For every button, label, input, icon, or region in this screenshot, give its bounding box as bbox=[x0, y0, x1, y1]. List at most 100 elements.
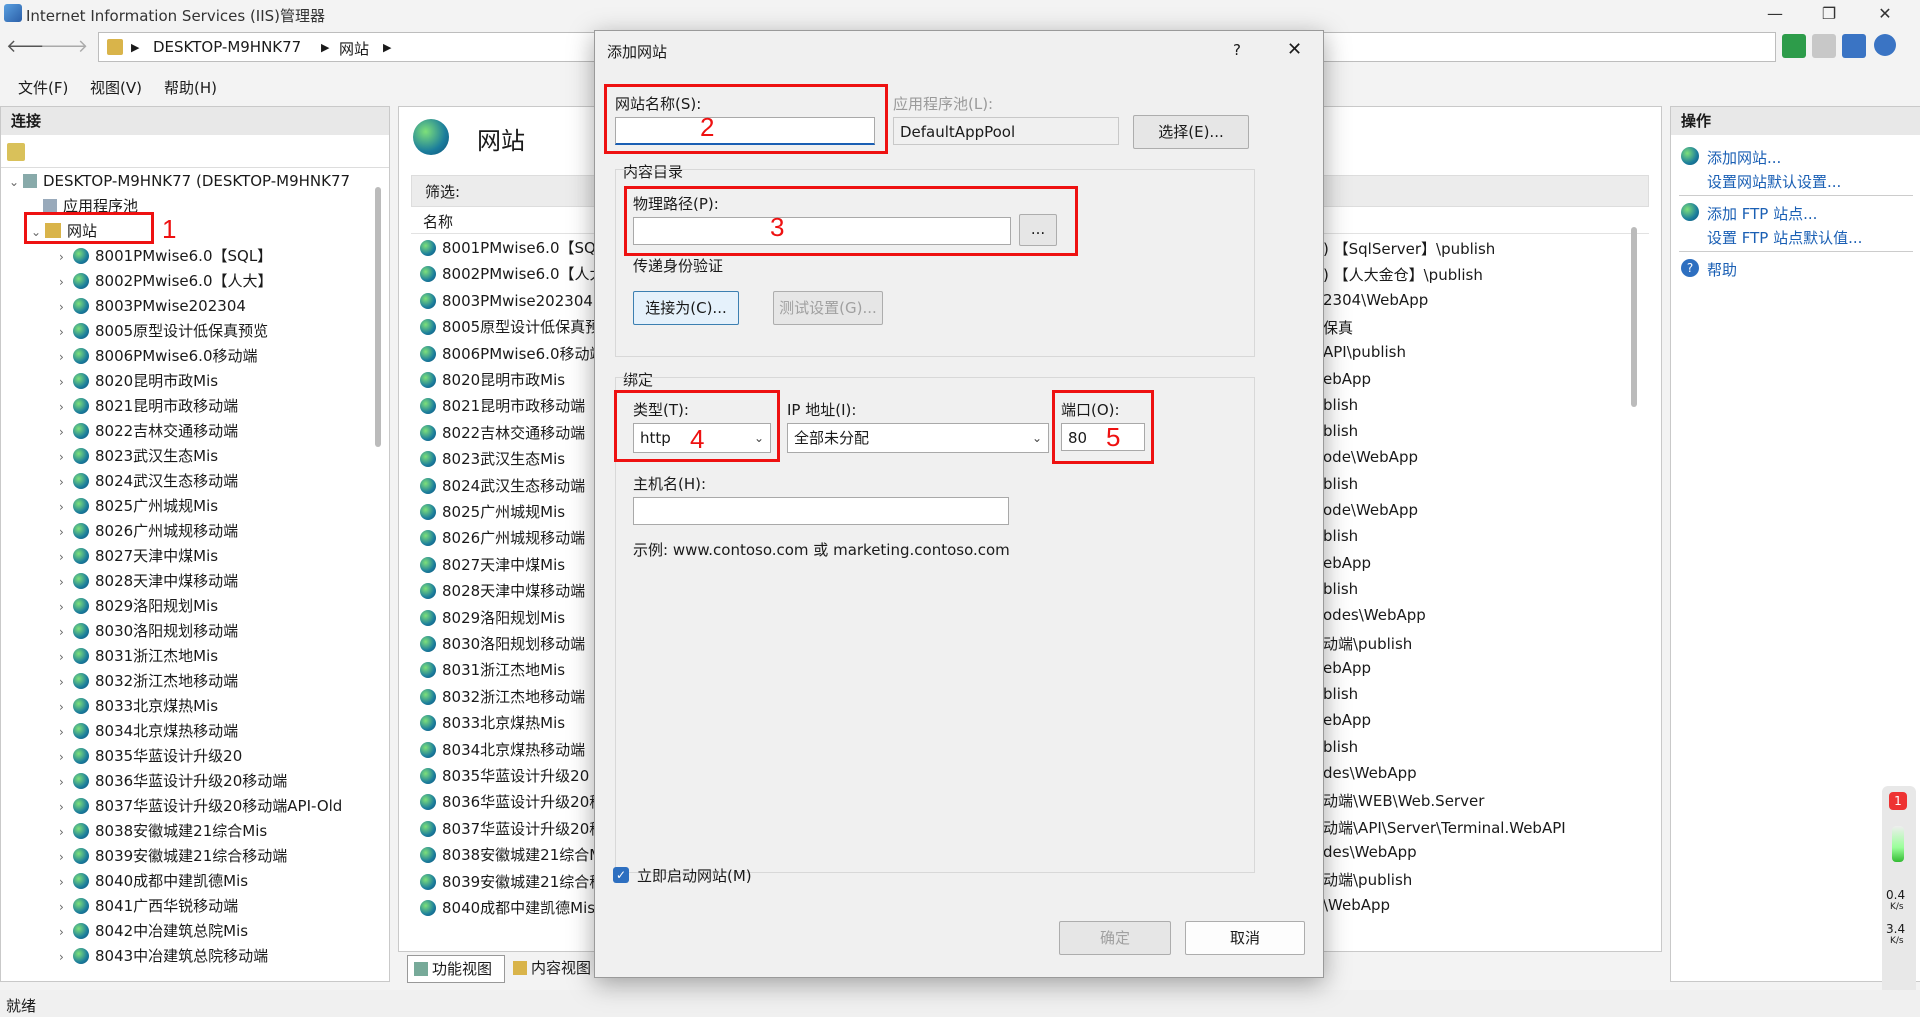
chevron-right-icon[interactable]: › bbox=[59, 545, 73, 570]
tree-site-item[interactable]: › 8038安徽城建21综合Mis bbox=[59, 819, 267, 844]
menu-file[interactable]: 文件(F) bbox=[18, 77, 68, 98]
site-list-row[interactable]: 8002PMwise6.0【人大 bbox=[420, 261, 605, 287]
ip-select[interactable]: 全部未分配 ⌄ bbox=[787, 423, 1049, 453]
chevron-right-icon[interactable]: › bbox=[59, 670, 73, 695]
site-list-row[interactable]: 8005原型设计低保真预 bbox=[420, 314, 600, 340]
chevron-right-icon[interactable]: › bbox=[59, 320, 73, 345]
site-list-row[interactable]: 8020昆明市政Mis bbox=[420, 367, 565, 393]
breadcrumb-sites[interactable]: 网站 bbox=[339, 38, 369, 59]
stop-icon[interactable] bbox=[1812, 34, 1836, 58]
tree-site-item[interactable]: › 8040成都中建凯德Mis bbox=[59, 869, 248, 894]
connect-as-button[interactable]: 连接为(C)... bbox=[633, 291, 739, 325]
select-pool-button[interactable]: 选择(E)... bbox=[1133, 115, 1249, 149]
start-now-checkbox[interactable]: ✓ bbox=[613, 867, 629, 883]
tree-site-item[interactable]: › 8034北京煤热移动端 bbox=[59, 719, 238, 744]
tree-site-item[interactable]: › 8024武汉生态移动端 bbox=[59, 469, 238, 494]
tree-site-item[interactable]: › 8043中冶建筑总院移动端 bbox=[59, 944, 268, 969]
site-list-row[interactable]: 8025广州城规Mis bbox=[420, 499, 565, 525]
site-list-row[interactable]: 8024武汉生态移动端 bbox=[420, 473, 585, 499]
action-add-ftp[interactable]: 添加 FTP 站点... bbox=[1707, 203, 1817, 224]
action-add-site[interactable]: 添加网站... bbox=[1707, 147, 1781, 168]
tree-scrollbar[interactable] bbox=[375, 187, 381, 447]
site-list-row[interactable]: 8033北京煤热Mis bbox=[420, 710, 565, 736]
tree-site-item[interactable]: › 8031浙江杰地Mis bbox=[59, 644, 218, 669]
menu-help[interactable]: 帮助(H) bbox=[164, 77, 217, 98]
back-button[interactable]: 🡐 bbox=[6, 34, 54, 60]
chevron-right-icon[interactable]: › bbox=[59, 895, 73, 920]
help-icon[interactable] bbox=[1874, 34, 1896, 56]
tree-site-item[interactable]: › 8042中冶建筑总院Mis bbox=[59, 919, 248, 944]
cancel-button[interactable]: 取消 bbox=[1185, 921, 1305, 955]
chevron-right-icon[interactable]: › bbox=[59, 745, 73, 770]
site-list-row[interactable]: 8038安徽城建21综合M bbox=[420, 842, 602, 868]
menu-view[interactable]: 视图(V) bbox=[90, 77, 142, 98]
minimize-button[interactable]: — bbox=[1752, 2, 1798, 26]
dialog-help-button[interactable]: ? bbox=[1233, 41, 1241, 59]
site-list-row[interactable]: 8032浙江杰地移动端 bbox=[420, 684, 585, 710]
tree-site-item[interactable]: › 8028天津中煤移动端 bbox=[59, 569, 238, 594]
chevron-right-icon[interactable]: › bbox=[59, 470, 73, 495]
site-list-row[interactable]: 8022吉林交通移动端 bbox=[420, 420, 585, 446]
tree-site-item[interactable]: › 8005原型设计低保真预览 bbox=[59, 319, 268, 344]
tree-site-item[interactable]: › 8036华蓝设计升级20移动端 bbox=[59, 769, 287, 794]
restore-button[interactable]: ❐ bbox=[1806, 2, 1852, 26]
chevron-right-icon[interactable]: › bbox=[59, 445, 73, 470]
chevron-right-icon[interactable]: › bbox=[59, 245, 73, 270]
tree-site-item[interactable]: › 8029洛阳规划Mis bbox=[59, 594, 218, 619]
tree-site-item[interactable]: › 8027天津中煤Mis bbox=[59, 544, 218, 569]
tree-site-item[interactable]: › 8003PMwise202304 bbox=[59, 294, 246, 319]
close-window-button[interactable]: ✕ bbox=[1862, 2, 1908, 26]
chevron-right-icon[interactable]: › bbox=[59, 595, 73, 620]
tree-site-item[interactable]: › 8041广西华锐移动端 bbox=[59, 894, 238, 919]
tree-site-item[interactable]: › 8023武汉生态Mis bbox=[59, 444, 218, 469]
chevron-right-icon[interactable]: › bbox=[59, 720, 73, 745]
tree-site-item[interactable]: › 8037华蓝设计升级20移动端API-Old bbox=[59, 794, 342, 819]
site-list-row[interactable]: 8034北京煤热移动端 bbox=[420, 737, 585, 763]
tree-site-item[interactable]: › 8002PMwise6.0【人大】 bbox=[59, 269, 273, 294]
new-connection-icon[interactable] bbox=[7, 143, 25, 161]
site-list-row[interactable]: 8036华蓝设计升级20移 bbox=[420, 789, 604, 815]
chevron-right-icon[interactable]: › bbox=[59, 370, 73, 395]
tree-site-item[interactable]: › 8025广州城规Mis bbox=[59, 494, 218, 519]
site-list-row[interactable]: 8028天津中煤移动端 bbox=[420, 578, 585, 604]
site-list-row[interactable]: 8006PMwise6.0移动端 bbox=[420, 341, 605, 367]
tree-site-item[interactable]: › 8035华蓝设计升级20 bbox=[59, 744, 242, 769]
tree-site-item[interactable]: › 8033北京煤热Mis bbox=[59, 694, 218, 719]
tree-site-item[interactable]: › 8026广州城规移动端 bbox=[59, 519, 238, 544]
site-list-row[interactable]: 8039安徽城建21综合移 bbox=[420, 869, 604, 895]
tree-site-item[interactable]: › 8020昆明市政Mis bbox=[59, 369, 218, 394]
chevron-right-icon[interactable]: › bbox=[59, 345, 73, 370]
list-scrollbar[interactable] bbox=[1631, 227, 1637, 407]
forward-button[interactable]: 🡒 bbox=[40, 34, 88, 60]
site-list-row[interactable]: 8001PMwise6.0【SQL bbox=[420, 235, 604, 261]
tab-features-view[interactable]: 功能视图 bbox=[407, 955, 505, 983]
site-list-row[interactable]: 8029洛阳规划Mis bbox=[420, 605, 565, 631]
column-name[interactable]: 名称 bbox=[423, 211, 453, 232]
site-list-row[interactable]: 8023武汉生态Mis bbox=[420, 446, 565, 472]
chevron-right-icon[interactable]: › bbox=[59, 920, 73, 945]
tree-site-item[interactable]: › 8006PMwise6.0移动端 bbox=[59, 344, 258, 369]
site-list-row[interactable]: 8035华蓝设计升级20 bbox=[420, 763, 589, 789]
tree-site-item[interactable]: › 8021昆明市政移动端 bbox=[59, 394, 238, 419]
site-list-row[interactable]: 8040成都中建凯德Mis bbox=[420, 895, 595, 921]
chevron-down-icon[interactable]: ⌄ bbox=[9, 170, 23, 195]
home-icon[interactable] bbox=[1842, 34, 1866, 58]
tree-site-item[interactable]: › 8022吉林交通移动端 bbox=[59, 419, 238, 444]
chevron-right-icon[interactable]: › bbox=[59, 395, 73, 420]
tree-site-item[interactable]: › 8039安徽城建21综合移动端 bbox=[59, 844, 287, 869]
chevron-right-icon[interactable]: › bbox=[59, 570, 73, 595]
tree-site-item[interactable]: › 8030洛阳规划移动端 bbox=[59, 619, 238, 644]
site-list-row[interactable]: 8030洛阳规划移动端 bbox=[420, 631, 585, 657]
refresh-icon[interactable] bbox=[1782, 34, 1806, 58]
chevron-right-icon[interactable]: › bbox=[59, 270, 73, 295]
tab-content-view[interactable]: 内容视图 bbox=[507, 955, 603, 981]
tree-server[interactable]: ⌄ DESKTOP-M9HNK77 (DESKTOP-M9HNK77 bbox=[9, 169, 350, 194]
chevron-right-icon[interactable]: › bbox=[59, 645, 73, 670]
site-list-row[interactable]: 8037华蓝设计升级20移 bbox=[420, 816, 604, 842]
dialog-close-button[interactable]: ✕ bbox=[1287, 39, 1302, 60]
chevron-right-icon[interactable]: › bbox=[59, 945, 73, 970]
host-input[interactable] bbox=[633, 497, 1009, 525]
breadcrumb-server[interactable]: DESKTOP-M9HNK77 bbox=[153, 38, 301, 56]
tree-site-item[interactable]: › 8032浙江杰地移动端 bbox=[59, 669, 238, 694]
site-list-row[interactable]: 8031浙江杰地Mis bbox=[420, 657, 565, 683]
